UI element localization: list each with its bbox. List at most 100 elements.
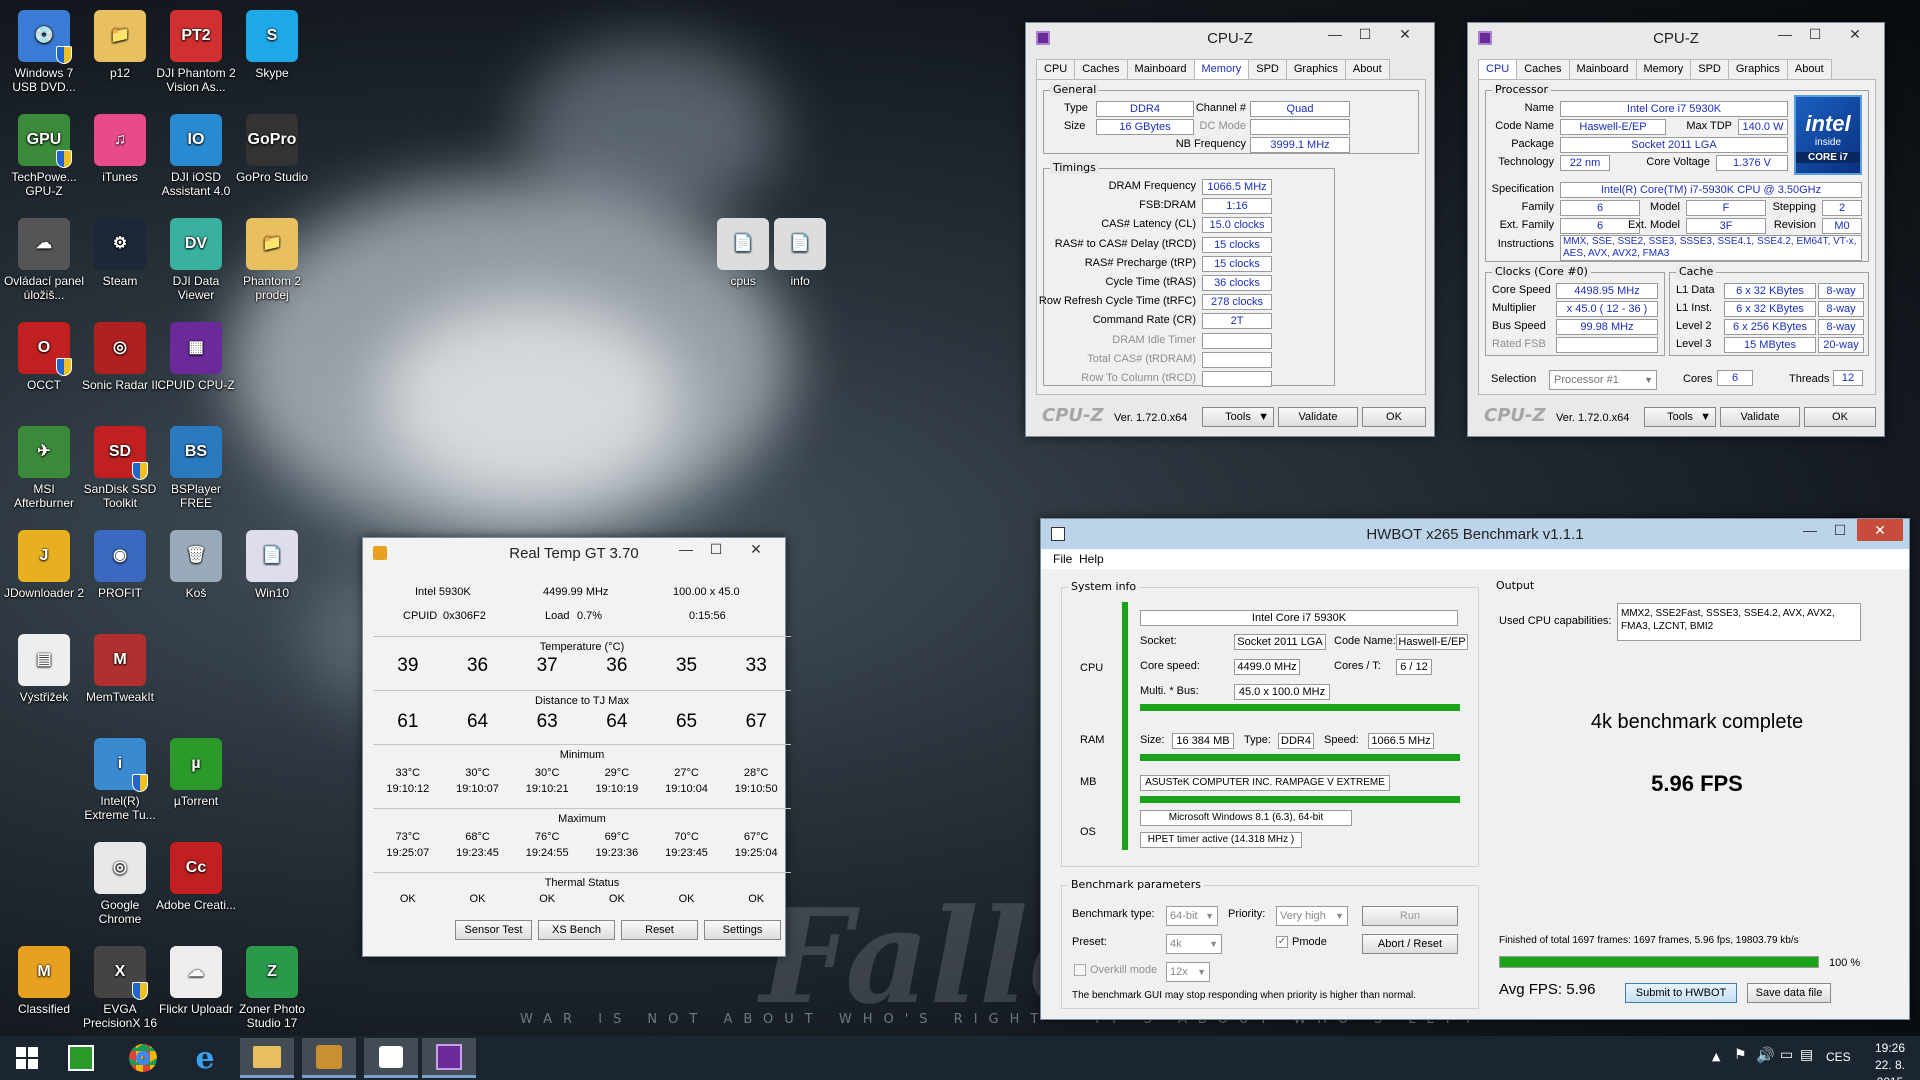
hwbot-window[interactable]: HWBOT x265 Benchmark v1.1.1 — ☐ ✕ File H… <box>1040 518 1910 1020</box>
desktop-icon[interactable]: ☁ Flickr Uploadr <box>154 940 238 1044</box>
desktop-icon[interactable]: SD SanDisk SSD Toolkit <box>78 420 162 524</box>
desktop-icon[interactable]: ♫ iTunes <box>78 108 162 212</box>
priority-dropdown[interactable]: Very high ▼ <box>1276 906 1348 926</box>
maximize-button[interactable]: ☐ <box>1800 23 1830 45</box>
desktop-icon[interactable]: PT2 DJI Phantom 2 Vision As... <box>154 4 238 108</box>
desktop-icon[interactable]: 📄 info <box>758 212 842 316</box>
desktop-icon[interactable]: ◉ PROFIT <box>78 524 162 628</box>
taskbar-store[interactable] <box>54 1038 108 1078</box>
desktop-icon[interactable]: IO DJI iOSD Assistant 4.0 <box>154 108 238 212</box>
desktop-icon[interactable]: ◎ Sonic Radar II <box>78 316 162 420</box>
desktop-icon[interactable]: i Intel(R) Extreme Tu... <box>78 732 162 836</box>
minimize-button[interactable]: — <box>671 538 701 560</box>
close-button[interactable]: ✕ <box>733 538 779 560</box>
tab-spd[interactable]: SPD <box>1690 59 1729 79</box>
validate-button[interactable]: Validate <box>1720 407 1800 427</box>
desktop-icon[interactable]: ✈ MSI Afterburner <box>2 420 86 524</box>
desktop-icon[interactable]: M Classified <box>2 940 86 1044</box>
tab-graphics[interactable]: Graphics <box>1285 59 1346 79</box>
tools-button[interactable]: Tools ▼ <box>1202 407 1274 427</box>
cpuz-memory-window[interactable]: CPU-Z — ☐ ✕ CPU Caches Mainboard Memory SPD G… <box>1025 22 1435 437</box>
desktop-icon[interactable]: S Skype <box>230 4 314 108</box>
minimize-button[interactable]: — <box>1795 519 1825 541</box>
desktop-icon[interactable]: ☁ Ovládací panel úložiš... <box>2 212 86 316</box>
taskbar-cpuz[interactable] <box>422 1038 476 1078</box>
desktop-icon[interactable]: µ µTorrent <box>154 732 238 836</box>
tab-about[interactable]: About <box>1786 59 1832 79</box>
taskbar-realtemp[interactable] <box>302 1038 356 1078</box>
desktop-icon[interactable]: ◎ Google Chrome <box>78 836 162 940</box>
tab-mainboard[interactable]: Mainboard <box>1126 59 1195 79</box>
desktop-icon[interactable]: X EVGA PrecisionX 16 <box>78 940 162 1044</box>
tray-network-icon[interactable]: ▭ <box>1780 1047 1793 1063</box>
desktop-icon[interactable]: ⚙ Steam <box>78 212 162 316</box>
tab-about[interactable]: About <box>1344 59 1390 79</box>
desktop-icon[interactable]: DV DJI Data Viewer <box>154 212 238 316</box>
minimize-button[interactable]: — <box>1770 23 1800 45</box>
cpuz-cpu-titlebar[interactable]: CPU-Z — ☐ ✕ <box>1468 23 1884 53</box>
desktop-icon[interactable]: 📁 p12 <box>78 4 162 108</box>
selection-dropdown[interactable]: Processor #1 ▼ <box>1549 370 1657 390</box>
menu-file[interactable]: File <box>1053 552 1072 566</box>
tray-chevron-up-icon[interactable]: ▲ <box>1712 1050 1720 1063</box>
ok-button[interactable]: OK <box>1804 407 1876 427</box>
close-button[interactable]: ✕ <box>1832 23 1878 45</box>
desktop-icon[interactable]: 🗑 Koš <box>154 524 238 628</box>
desktop-icon[interactable]: Z Zoner Photo Studio 17 <box>230 940 314 1044</box>
ok-button[interactable]: OK <box>1362 407 1426 427</box>
desktop-icon[interactable]: GoPro GoPro Studio <box>230 108 314 212</box>
settings-button[interactable]: Settings <box>704 920 781 940</box>
tab-memory[interactable]: Memory <box>1635 59 1692 79</box>
tray-flag-icon[interactable]: ⚑ <box>1734 1047 1747 1063</box>
clock[interactable]: 19:26 22. 8. 2015 <box>1862 1040 1918 1080</box>
desktop-icon[interactable]: GPU TechPowe... GPU-Z <box>2 108 86 212</box>
tab-cpu[interactable]: CPU <box>1036 59 1076 79</box>
tab-caches[interactable]: Caches <box>1074 59 1128 79</box>
preset-dropdown[interactable]: 4k ▼ <box>1166 934 1222 954</box>
tab-memory[interactable]: Memory <box>1193 59 1250 80</box>
start-button[interactable] <box>0 1038 54 1078</box>
tab-graphics[interactable]: Graphics <box>1727 59 1788 79</box>
benchmark-type-dropdown[interactable]: 64-bit ▼ <box>1166 906 1218 926</box>
tray-notification-icon[interactable]: ▤ <box>1800 1047 1813 1063</box>
taskbar-explorer[interactable] <box>240 1038 294 1078</box>
desktop-icon[interactable]: ▤ Výstřižek <box>2 628 86 732</box>
overkill-checkbox[interactable] <box>1074 964 1086 976</box>
reset-button[interactable]: Reset <box>621 920 698 940</box>
taskbar-hwbot[interactable] <box>364 1038 418 1078</box>
maximize-button[interactable]: ☐ <box>701 538 731 560</box>
close-button[interactable]: ✕ <box>1857 519 1903 541</box>
sensor-test-button[interactable]: Sensor Test <box>455 920 532 940</box>
tab-mainboard[interactable]: Mainboard <box>1568 59 1637 79</box>
tools-button[interactable]: Tools ▼ <box>1644 407 1716 427</box>
menu-help[interactable]: Help <box>1079 552 1104 566</box>
cpuz-memory-titlebar[interactable]: CPU-Z — ☐ ✕ <box>1026 23 1434 53</box>
tab-spd[interactable]: SPD <box>1248 59 1287 79</box>
xs-bench-button[interactable]: XS Bench <box>538 920 615 940</box>
hwbot-titlebar[interactable]: HWBOT x265 Benchmark v1.1.1 — ☐ ✕ <box>1041 519 1909 549</box>
realtemp-titlebar[interactable]: Real Temp GT 3.70 — ☐ ✕ <box>363 538 785 568</box>
save-data-file-button[interactable]: Save data file <box>1747 983 1831 1003</box>
desktop-icon[interactable]: ▦ CPUID CPU-Z <box>154 316 238 420</box>
input-language[interactable]: CES <box>1826 1050 1851 1064</box>
pmode-checkbox[interactable]: ✓ <box>1276 936 1288 948</box>
cpuz-cpu-window[interactable]: CPU-Z — ☐ ✕ CPU Caches Mainboard Memory SPD G… <box>1467 22 1885 437</box>
validate-button[interactable]: Validate <box>1278 407 1358 427</box>
desktop-icon[interactable]: 💿 Windows 7 USB DVD... <box>2 4 86 108</box>
maximize-button[interactable]: ☐ <box>1825 519 1855 541</box>
desktop-icon[interactable]: 📄 Win10 <box>230 524 314 628</box>
tab-caches[interactable]: Caches <box>1516 59 1570 79</box>
maximize-button[interactable]: ☐ <box>1350 23 1380 45</box>
threads-dropdown[interactable]: 12x ▼ <box>1166 962 1210 982</box>
tray-volume-icon[interactable]: 🔊 <box>1756 1046 1775 1064</box>
desktop-icon[interactable]: BS BSPlayer FREE <box>154 420 238 524</box>
submit-to-hwbot-button[interactable]: Submit to HWBOT <box>1625 983 1737 1003</box>
close-button[interactable]: ✕ <box>1382 23 1428 45</box>
desktop-icon[interactable]: 📁 Phantom 2 prodej <box>230 212 314 316</box>
minimize-button[interactable]: — <box>1320 23 1350 45</box>
desktop-icon[interactable]: M MemTweakIt <box>78 628 162 732</box>
desktop-icon[interactable]: J JDownloader 2 <box>2 524 86 628</box>
abort-reset-button[interactable]: Abort / Reset <box>1362 934 1458 954</box>
taskbar-ie[interactable]: e <box>178 1038 232 1078</box>
desktop-icon[interactable]: Cc Adobe Creati... <box>154 836 238 940</box>
